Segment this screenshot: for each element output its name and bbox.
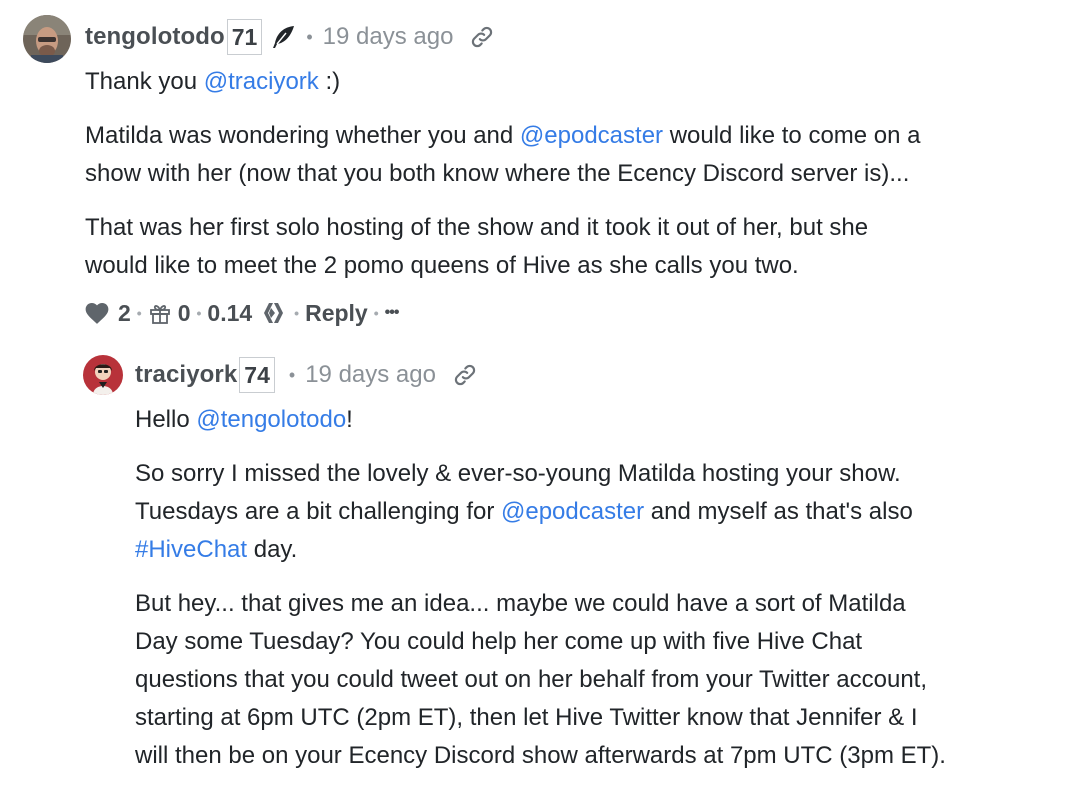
text: Hello: [135, 406, 197, 433]
text: and myself as that's also: [644, 498, 913, 525]
text: !: [346, 406, 353, 433]
comment2-paragraph-2: So sorry I missed the lovely & ever-so-y…: [135, 455, 913, 569]
comment1-paragraph-3: That was her first solo hosting of the s…: [85, 209, 868, 285]
author-name[interactable]: tengolotodo: [85, 23, 225, 51]
gift-icon[interactable]: [148, 301, 172, 325]
text: So sorry I missed the lovely & ever-so-y…: [135, 460, 901, 487]
text: day.: [247, 536, 298, 563]
text: But hey... that gives me an idea... mayb…: [135, 590, 906, 617]
payout-value[interactable]: 0.14: [207, 300, 252, 327]
permalink-icon[interactable]: [469, 24, 495, 50]
timestamp[interactable]: 19 days ago: [323, 23, 454, 51]
text: will then be on your Ecency Discord show…: [135, 742, 946, 769]
text: Day some Tuesday? You could help her com…: [135, 628, 863, 655]
reply-button[interactable]: Reply: [305, 300, 368, 327]
text: show with her (now that you both know wh…: [85, 160, 910, 187]
comment1-actions: 2 • 0 • 0.14 • Reply • •••: [84, 297, 400, 329]
author-name[interactable]: traciyork: [135, 361, 237, 389]
text: Tuesdays are a bit challenging for: [135, 498, 501, 525]
text: questions that you could tweet out on he…: [135, 666, 928, 693]
text: That was her first solo hosting of the s…: [85, 214, 869, 241]
separator-dot: •: [288, 364, 296, 385]
avatar-tengolotodo[interactable]: [23, 15, 71, 63]
vote-count[interactable]: 2: [118, 300, 131, 327]
separator-dot: •: [136, 305, 142, 321]
text: Matilda was wondering whether you and: [85, 122, 520, 149]
tip-count[interactable]: 0: [178, 300, 191, 327]
text: Thank you: [85, 68, 204, 95]
more-options-button[interactable]: •••: [385, 304, 400, 322]
mention-link[interactable]: @epodcaster: [520, 122, 663, 149]
hashtag-link[interactable]: #HiveChat: [135, 536, 247, 563]
permalink-icon[interactable]: [452, 362, 478, 388]
separator-dot: •: [306, 26, 313, 47]
timestamp[interactable]: 19 days ago: [305, 361, 436, 389]
comment2-header: traciyork 74 • 19 days ago: [135, 356, 478, 394]
comment1-paragraph-2: Matilda was wondering whether you and @e…: [85, 117, 921, 193]
reputation-badge: 74: [239, 357, 275, 393]
hive-logo-icon: [260, 301, 288, 325]
avatar-traciyork[interactable]: [83, 355, 123, 395]
text: starting at 6pm UTC (2pm ET), then let H…: [135, 704, 918, 731]
feather-icon: [270, 24, 296, 50]
reputation-badge: 71: [226, 19, 263, 55]
comment1-header: tengolotodo 71 • 19 days ago: [85, 18, 495, 56]
heart-icon[interactable]: [84, 301, 110, 325]
text: would like to meet the 2 pomo queens of …: [85, 252, 799, 279]
text: :): [318, 68, 341, 95]
separator-dot: •: [294, 305, 300, 321]
text: would like to come on a: [663, 122, 921, 149]
separator-dot: •: [373, 305, 379, 321]
comment2-paragraph-1: Hello @tengolotodo!: [135, 401, 353, 439]
mention-link[interactable]: @traciyork: [204, 68, 319, 95]
mention-link[interactable]: @tengolotodo: [196, 406, 346, 433]
comment1-paragraph-1: Thank you @traciyork :): [85, 63, 340, 101]
mention-link[interactable]: @epodcaster: [501, 498, 644, 525]
separator-dot: •: [196, 305, 202, 321]
comment2-paragraph-3: But hey... that gives me an idea... mayb…: [135, 585, 946, 775]
